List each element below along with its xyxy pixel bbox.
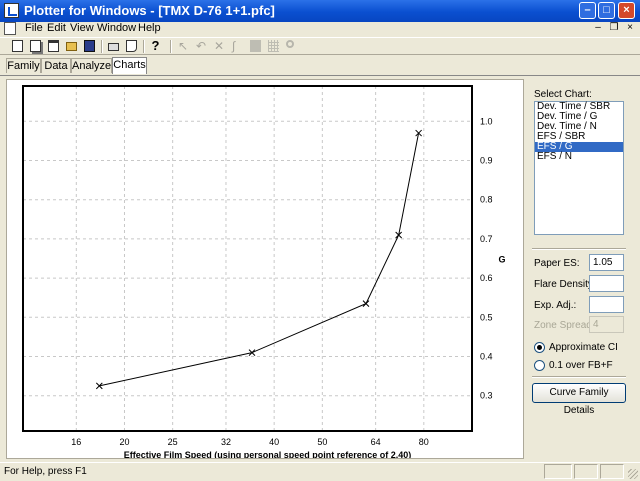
- menu-view[interactable]: View: [70, 22, 94, 34]
- x-tick-label: 40: [269, 437, 279, 447]
- mdi-restore-icon[interactable]: ❐: [606, 22, 622, 36]
- approximate-ci-radio[interactable]: [534, 342, 545, 353]
- y-axis-label: G: [498, 255, 505, 265]
- series-line: [99, 132, 420, 387]
- open-folder-icon[interactable]: [64, 39, 80, 54]
- fb-f-label[interactable]: 0.1 over FB+F: [549, 360, 613, 371]
- menu-file[interactable]: File: [25, 22, 43, 34]
- tab-bar: Family Data Analyze Charts: [0, 57, 640, 75]
- copy-doc-icon[interactable]: [28, 39, 44, 54]
- x-tick-label: 20: [119, 437, 129, 447]
- undo-icon[interactable]: ↶: [194, 39, 210, 54]
- flare-density-field[interactable]: [589, 275, 624, 292]
- chart-select-list[interactable]: Dev. Time / SBR Dev. Time / G Dev. Time / …: [534, 101, 624, 235]
- window-title: Plotter for Windows - [TMX D-76 1+1.pfc]: [24, 3, 275, 18]
- minimize-button[interactable]: –: [579, 2, 596, 19]
- status-pane: [544, 464, 572, 479]
- resize-grip[interactable]: [628, 469, 638, 479]
- print-preview-icon[interactable]: [124, 39, 140, 54]
- y-tick-label: 0.6: [480, 273, 493, 283]
- y-tick-label: 0.4: [480, 352, 493, 362]
- y-tick-label: 1.0: [480, 116, 493, 126]
- curve-icon[interactable]: ∫: [230, 39, 246, 54]
- x-tick-label: 16: [71, 437, 81, 447]
- y-tick-label: 0.3: [480, 391, 493, 401]
- print-icon[interactable]: [106, 39, 122, 54]
- maximize-button[interactable]: □: [598, 2, 615, 19]
- x-tick-label: 25: [168, 437, 178, 447]
- toolbar-separator: [143, 40, 145, 53]
- fb-f-radio[interactable]: [534, 360, 545, 371]
- divider: [532, 376, 626, 378]
- toolbar-separator: [101, 40, 103, 53]
- close-button[interactable]: ×: [618, 2, 635, 19]
- x-tick-label: 64: [371, 437, 381, 447]
- add-point-icon[interactable]: ✕: [212, 39, 228, 54]
- grid-icon[interactable]: [266, 39, 282, 54]
- x-tick-label: 80: [419, 437, 429, 447]
- zoom-icon[interactable]: [284, 39, 300, 54]
- y-tick-label: 0.7: [480, 234, 493, 244]
- title-bar: Plotter for Windows - [TMX D-76 1+1.pfc]…: [0, 0, 640, 22]
- flare-density-label: Flare Density:: [534, 279, 596, 290]
- paste-doc-icon[interactable]: [46, 39, 62, 54]
- tab-family[interactable]: Family: [6, 58, 41, 73]
- new-icon[interactable]: [10, 39, 26, 54]
- exp-adj-label: Exp. Adj.:: [534, 300, 577, 311]
- y-tick-label: 0.5: [480, 312, 493, 322]
- help-icon[interactable]: ?: [148, 39, 164, 54]
- chart-list-item[interactable]: EFS / N: [535, 152, 623, 162]
- toolbar: ? ↖ ↶ ✕ ∫: [0, 37, 640, 55]
- pointer-icon[interactable]: ↖: [176, 39, 192, 54]
- menu-bar: File Edit View Window Help – ❐ ×: [0, 22, 640, 36]
- app-icon[interactable]: [4, 3, 19, 18]
- status-pane: [574, 464, 598, 479]
- zone-spread-label: Zone Spread:: [534, 320, 595, 331]
- exp-adj-field[interactable]: [589, 296, 624, 313]
- tab-analyze[interactable]: Analyze: [71, 58, 112, 73]
- fill-rect-icon[interactable]: [248, 39, 264, 54]
- mdi-close-icon[interactable]: ×: [622, 22, 638, 36]
- mdi-minimize-icon[interactable]: –: [590, 22, 606, 36]
- curve-family-details-button[interactable]: Curve Family Details: [532, 383, 626, 416]
- chart-area: 16 20 25 32 40 50 64 80 0.3 0.4 0.5 0.6 0.7 0.8 0.9 1.0…: [6, 79, 524, 460]
- approximate-ci-label[interactable]: Approximate CI: [549, 342, 618, 353]
- divider: [532, 248, 626, 250]
- zone-spread-field: 4: [589, 316, 624, 333]
- paper-es-field[interactable]: 1.05: [589, 254, 624, 271]
- paper-es-label: Paper ES:: [534, 258, 580, 269]
- tab-charts[interactable]: Charts: [112, 57, 147, 74]
- plot-border: [22, 85, 473, 432]
- x-axis-label: Effective Film Speed (using personal spe…: [124, 450, 412, 458]
- efs-g-chart: 16 20 25 32 40 50 64 80 0.3 0.4 0.5 0.6 0.7 0.8 0.9 1.0…: [22, 85, 506, 460]
- y-tick-label: 0.9: [480, 155, 493, 165]
- toolbar-separator: [170, 40, 172, 53]
- save-icon[interactable]: [82, 39, 98, 54]
- data-point-marker: [362, 300, 370, 307]
- x-tick-label: 50: [317, 437, 327, 447]
- tab-data[interactable]: Data: [41, 58, 71, 73]
- select-chart-label: Select Chart:: [534, 89, 592, 100]
- menu-help[interactable]: Help: [138, 22, 161, 34]
- status-text: For Help, press F1: [4, 466, 87, 477]
- x-tick-label: 32: [221, 437, 231, 447]
- document-icon[interactable]: [4, 22, 16, 35]
- status-pane: [600, 464, 624, 479]
- menu-window[interactable]: Window: [97, 22, 136, 34]
- menu-edit[interactable]: Edit: [47, 22, 66, 34]
- status-bar: For Help, press F1: [0, 462, 640, 481]
- y-tick-label: 0.8: [480, 195, 493, 205]
